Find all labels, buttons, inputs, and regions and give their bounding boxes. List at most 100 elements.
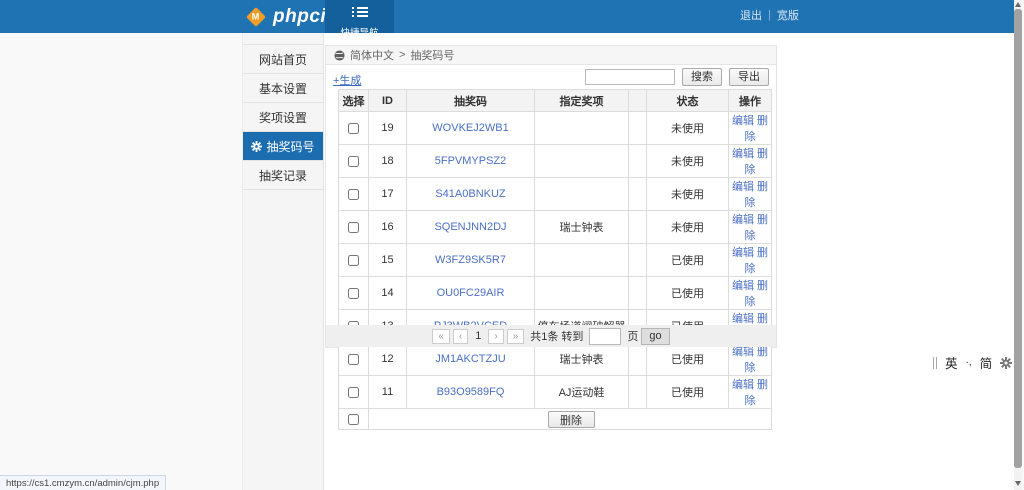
edit-link[interactable]: 编辑 [732,247,754,259]
header-id: ID [369,90,407,112]
current-page: 1 [471,330,485,342]
sidebar-item-4[interactable]: 抽奖码号 [243,132,323,161]
search-input[interactable] [585,69,675,85]
row-prize: AJ运动鞋 [535,376,629,409]
code-link[interactable]: B93O9589FQ [437,386,505,398]
edit-link[interactable]: 编辑 [732,280,754,292]
links-separator: | [768,9,771,21]
bulk-action-row: 删除 [339,409,772,430]
row-status: 已使用 [647,244,729,277]
status-url: https://cs1.cmzym.cn/admin/cjm.php [6,478,159,489]
row-spacer [629,211,647,244]
row-checkbox[interactable] [348,189,359,200]
edit-link[interactable]: 编辑 [732,115,754,127]
code-link[interactable]: S41A0BNKUZ [435,188,505,200]
search-button[interactable]: 搜索 [682,68,722,86]
sidebar-item-label: 网站首页 [259,51,307,68]
generate-link[interactable]: +生成 [333,72,361,88]
header-ops: 操作 [729,90,772,112]
code-link[interactable]: W3FZ9SK5R7 [435,254,506,266]
row-checkbox[interactable] [348,387,359,398]
prev-page-button[interactable]: ‹ [453,329,468,344]
row-status: 未使用 [647,178,729,211]
row-checkbox[interactable] [348,255,359,266]
row-status: 未使用 [647,145,729,178]
table-row: 16SQENJNN2DJ瑞士钟表未使用编辑 删除 [339,211,772,244]
sidebar-item-3[interactable]: 奖项设置 [243,103,323,132]
wide-layout-link[interactable]: 宽版 [777,7,799,23]
select-all-checkbox[interactable] [348,414,359,425]
page-input[interactable] [589,328,621,345]
scroll-up-icon[interactable] [1015,2,1021,7]
breadcrumb: 简体中文 > 抽奖码号 [326,46,776,65]
code-link[interactable]: SQENJNN2DJ [434,221,506,233]
next-page-button[interactable]: › [488,329,503,344]
table-row: 185FPVMYPSZ2未使用编辑 删除 [339,145,772,178]
sidebar-item-label: 奖项设置 [259,109,307,126]
edit-link[interactable]: 编辑 [732,214,754,226]
row-checkbox[interactable] [348,156,359,167]
scroll-down-icon[interactable] [1015,481,1021,486]
row-prize [535,277,629,310]
table-row: 12JM1AKCTZJU瑞士钟表已使用编辑 删除 [339,343,772,376]
code-link[interactable]: OU0FC29AIR [437,287,505,299]
code-link[interactable]: 5FPVMYPSZ2 [435,155,507,167]
row-spacer [629,277,647,310]
header-spacer [629,90,647,112]
header-code: 抽奖码 [407,90,535,112]
first-page-button[interactable]: « [432,329,450,344]
sidebar: 网站首页基本设置奖项设置抽奖码号抽奖记录 [243,33,324,490]
logout-link[interactable]: 退出 [740,7,762,23]
ime-punctuation-icon[interactable]: ·, [966,357,972,368]
row-status: 已使用 [647,277,729,310]
codes-table: 选择 ID 抽奖码 指定奖项 状态 操作 19WOVKEJ2WB1未使用编辑 删… [338,89,772,430]
go-button[interactable]: go [641,328,669,345]
code-link[interactable]: JM1AKCTZJU [435,353,505,365]
quick-nav-tab[interactable]: 快捷导航 [325,0,394,33]
sidebar-item-1[interactable]: 网站首页 [243,45,323,74]
table-row: 17S41A0BNKUZ未使用编辑 删除 [339,178,772,211]
ime-simplified-toggle[interactable]: 简 [980,353,993,372]
row-id: 11 [369,376,407,409]
sidebar-item-5[interactable]: 抽奖记录 [243,161,323,190]
edit-link[interactable]: 编辑 [732,181,754,193]
row-id: 14 [369,277,407,310]
row-id: 17 [369,178,407,211]
row-checkbox[interactable] [348,354,359,365]
bulk-delete-button[interactable]: 删除 [548,411,595,428]
ime-drag-handle[interactable] [933,357,937,369]
row-status: 未使用 [647,112,729,145]
edit-link[interactable]: 编辑 [732,148,754,160]
row-id: 12 [369,343,407,376]
main-container: 网站首页基本设置奖项设置抽奖码号抽奖记录 简体中文 > 抽奖码号 +生成 搜索 … [242,33,1014,490]
breadcrumb-language[interactable]: 简体中文 [350,47,394,63]
header-select: 选择 [339,90,369,112]
app-logo[interactable]: M phpci [249,0,326,33]
vertical-scrollbar[interactable] [1014,0,1022,490]
sidebar-item-label: 基本设置 [259,80,307,97]
ime-gear-icon[interactable] [1000,357,1012,369]
row-spacer [629,112,647,145]
last-page-button[interactable]: » [507,329,525,344]
row-status: 已使用 [647,343,729,376]
row-id: 19 [369,112,407,145]
row-checkbox[interactable] [348,123,359,134]
sidebar-item-2[interactable]: 基本设置 [243,74,323,103]
row-checkbox[interactable] [348,222,359,233]
codes-table-body: 19WOVKEJ2WB1未使用编辑 删除185FPVMYPSZ2未使用编辑 删除… [339,112,772,409]
edit-link[interactable]: 编辑 [732,313,754,325]
code-link[interactable]: WOVKEJ2WB1 [432,122,508,134]
row-id: 15 [369,244,407,277]
sidebar-item-label: 抽奖码号 [266,138,314,155]
edit-link[interactable]: 编辑 [732,346,754,358]
breadcrumb-current: 抽奖码号 [410,47,454,63]
header-links: 退出 | 宽版 [740,7,799,23]
export-button[interactable]: 导出 [729,68,769,86]
row-prize [535,178,629,211]
screen: M phpci 快捷导航 退出 | 宽版 网站首页基本设置奖项设置抽奖码号抽奖记… [0,0,1024,490]
row-checkbox[interactable] [348,288,359,299]
scrollbar-thumb[interactable] [1014,9,1022,468]
ime-english-toggle[interactable]: 英 [945,353,958,372]
row-status: 已使用 [647,376,729,409]
edit-link[interactable]: 编辑 [732,379,754,391]
